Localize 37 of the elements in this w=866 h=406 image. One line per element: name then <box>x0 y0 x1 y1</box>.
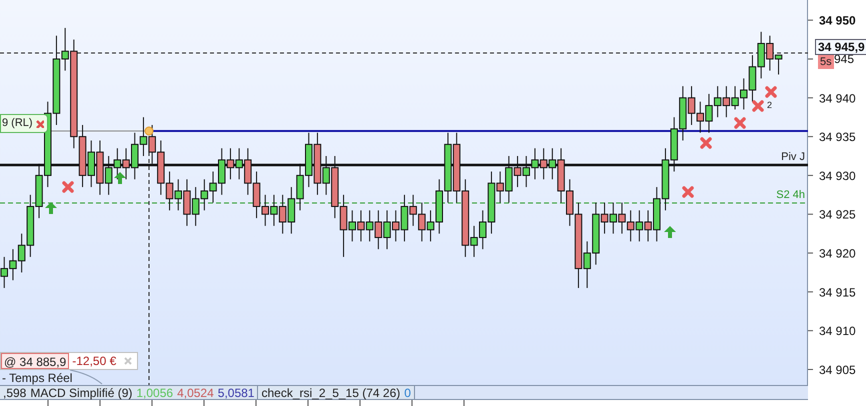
price-axis-label: 34 920 <box>819 246 856 261</box>
feed-label: - Temps Réel <box>2 372 72 384</box>
countdown-timer: 5s <box>818 55 834 69</box>
indicator-value: check_rsi_2_5_15 (74 26) <box>261 386 400 398</box>
indicator-value: 5,0581 <box>218 386 254 398</box>
cross-icon <box>700 137 712 149</box>
price-axis-label: 34 950 <box>819 14 856 28</box>
position-label: 9 (RL) <box>1 116 34 132</box>
level-label: S2 4h <box>776 190 805 201</box>
price-axis-label: 34 935 <box>819 130 856 144</box>
anchor-dot-icon <box>144 126 154 136</box>
price-axis-label: 945 <box>834 52 854 65</box>
level-label: Piv J <box>781 152 805 163</box>
price-axis-label: 34 910 <box>819 324 856 338</box>
price-axis-label: 34 905 <box>819 362 856 377</box>
cross-icon <box>682 186 694 198</box>
order-price: @ 34 885,9 <box>1 353 70 369</box>
cross-icon <box>62 181 74 193</box>
price-axis-label: 34 915 <box>819 285 856 300</box>
up-arrow-icon <box>664 226 676 238</box>
indicator-value: ,598 <box>3 386 26 398</box>
up-arrow-icon <box>114 172 126 184</box>
close-icon[interactable] <box>36 120 44 128</box>
price-axis-label: 34 930 <box>819 168 856 183</box>
price-axis-label: 34 940 <box>819 91 856 106</box>
signal-count: 2 <box>767 101 772 110</box>
cross-icon <box>752 100 764 112</box>
current-price: 34 945,9 <box>815 39 866 55</box>
order-pnl: -12,50 € <box>71 353 118 369</box>
up-arrow-icon <box>45 202 57 214</box>
indicator-value: 0 <box>404 386 411 398</box>
indicator-value: MACD Simplifié (9) <box>30 386 132 398</box>
indicator-value: 4,0524 <box>177 386 214 398</box>
indicator-value: 1,0056 <box>136 386 174 398</box>
cross-icon <box>734 117 746 129</box>
cross-icon <box>765 86 777 98</box>
price-axis-label: 34 925 <box>819 208 856 222</box>
